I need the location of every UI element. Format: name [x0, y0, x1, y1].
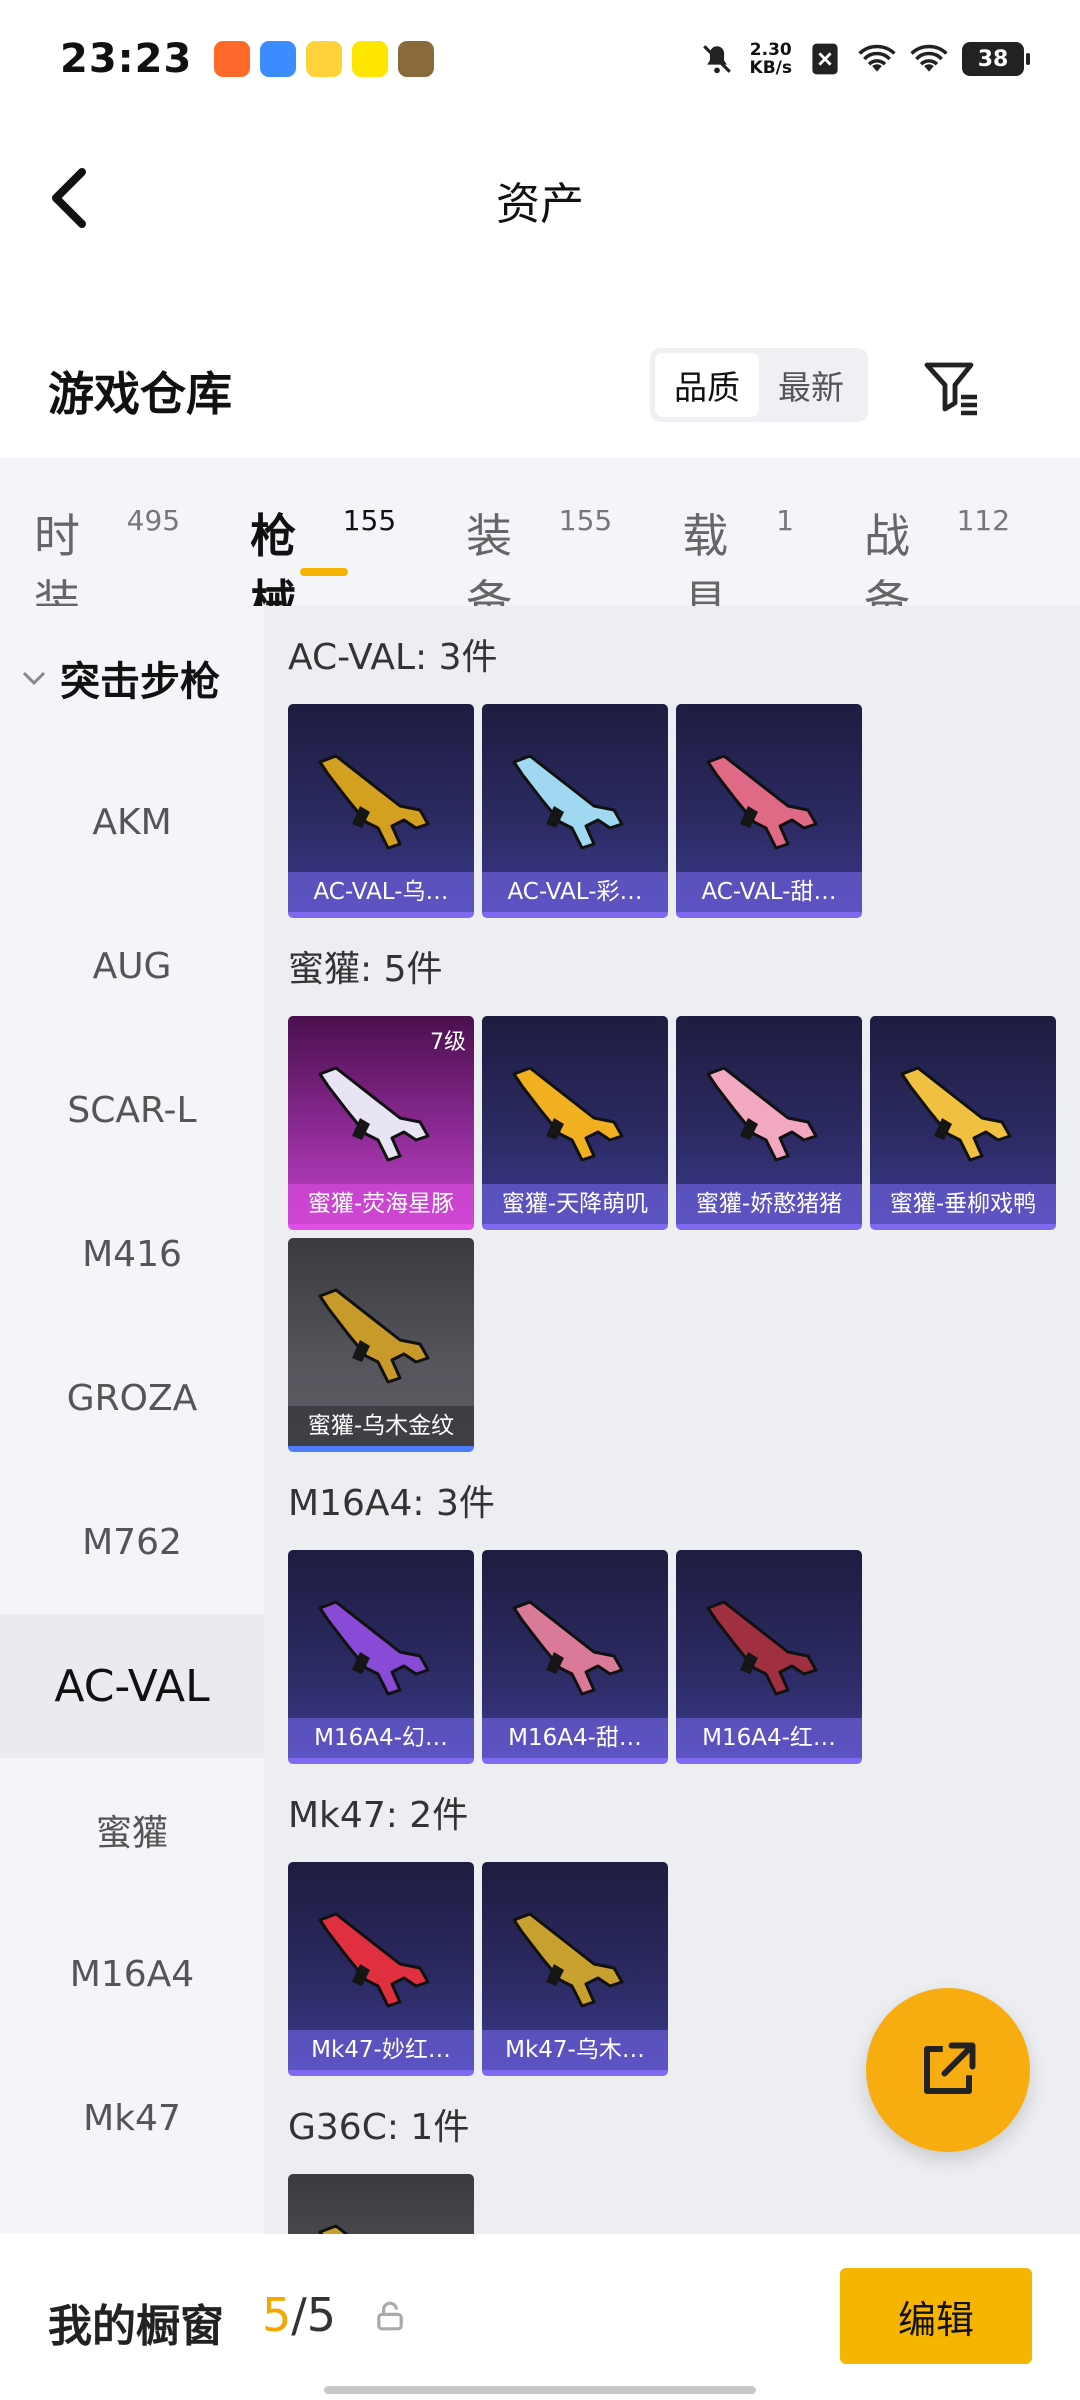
- group-title: AC-VAL: 3件: [288, 637, 498, 678]
- rifle-icon: [318, 1066, 430, 1162]
- sidebar-item-m16a4[interactable]: M16A4: [0, 1902, 264, 2046]
- weapon-skin-card[interactable]: 蜜獾-乌木金纹: [288, 1238, 474, 1452]
- sort-toggle: 品质 最新: [650, 348, 868, 422]
- group-title: G36C: 1件: [288, 2107, 470, 2148]
- sidebar-item-akm[interactable]: AKM: [0, 750, 264, 894]
- skin-name: Mk47-妙红…: [288, 2030, 474, 2070]
- rifle-icon: [900, 1066, 1012, 1162]
- app-notification-icon: [214, 41, 251, 77]
- weapon-skin-card[interactable]: 蜜獾-天降萌叽: [482, 1016, 668, 1230]
- weapon-skin-card[interactable]: 蜜獾-垂柳戏鸭: [870, 1016, 1056, 1230]
- repo-header: 游戏仓库 品质 最新: [0, 330, 1080, 450]
- sidebar-item-aug[interactable]: AUG: [0, 894, 264, 1038]
- sidebar-item-scar-l[interactable]: SCAR-L: [0, 1038, 264, 1182]
- sidebar-item-m416[interactable]: M416: [0, 1182, 264, 1326]
- group-title: M16A4: 3件: [288, 1483, 495, 1524]
- rifle-icon: [512, 1600, 624, 1696]
- weapon-skin-card[interactable]: M16A4-红…: [676, 1550, 862, 1764]
- skin-name: M16A4-红…: [676, 1718, 862, 1758]
- weapon-skin-card[interactable]: M16A4-幻…: [288, 1550, 474, 1764]
- skin-name: 蜜獾-乌木金纹: [288, 1406, 474, 1446]
- skin-name: Mk47-乌木…: [482, 2030, 668, 2070]
- weapon-skin-card[interactable]: Mk47-乌木…: [482, 1862, 668, 2076]
- notification-icons: [214, 41, 435, 77]
- weapon-skin-card[interactable]: 7级蜜獾-荧海星豚: [288, 1016, 474, 1230]
- rifle-icon: [706, 1600, 818, 1696]
- wifi-icon: [910, 42, 948, 76]
- rifle-icon: [318, 1912, 430, 2008]
- category-tabs: 时装 495 枪械 155 装备 155 载具 1 战备 112: [0, 458, 1080, 629]
- rifle-icon: [318, 754, 430, 850]
- app-notification-icon: [398, 41, 435, 77]
- sidebar-item-honey-badger[interactable]: 蜜獾: [0, 1758, 264, 1902]
- skin-name: 蜜獾-荧海星豚: [288, 1184, 474, 1224]
- weapon-skin-card[interactable]: AC-VAL-甜…: [676, 704, 862, 918]
- rifle-icon: [318, 1288, 430, 1384]
- weapon-skin-card[interactable]: M16A4-甜…: [482, 1550, 668, 1764]
- filter-icon: [924, 362, 977, 416]
- mute-bell-icon: [698, 42, 736, 76]
- skin-name: 蜜獾-天降萌叽: [482, 1184, 668, 1224]
- app-notification-icon: [352, 41, 389, 77]
- skin-name: 蜜獾-娇憨猪猪: [676, 1184, 862, 1224]
- status-bar: 23:23 2.30 KB/s 38: [0, 0, 1080, 118]
- sidebar-group-assault-rifles[interactable]: 突击步枪: [0, 606, 264, 750]
- app-notification-icon: [260, 41, 297, 77]
- skin-name: M16A4-幻…: [288, 1718, 474, 1758]
- skin-name: AC-VAL-彩…: [482, 872, 668, 912]
- active-tab-indicator: [300, 568, 349, 576]
- share-button[interactable]: [866, 1988, 1030, 2152]
- weapon-skin-card[interactable]: Mk47-妙红…: [288, 1862, 474, 2076]
- edit-button[interactable]: 编辑: [840, 2268, 1032, 2364]
- weapon-skin-card[interactable]: 蜜獾-娇憨猪猪: [676, 1016, 862, 1230]
- skin-name: 蜜獾-垂柳戏鸭: [870, 1184, 1056, 1224]
- page-title: 资产: [496, 179, 584, 230]
- section-title: 游戏仓库: [48, 367, 232, 421]
- showcase-bar: 我的橱窗 5/5 编辑: [0, 2234, 1080, 2400]
- weapon-skin-card[interactable]: AC-VAL-彩…: [482, 704, 668, 918]
- battery-indicator: 38: [962, 42, 1030, 76]
- rifle-icon: [512, 1066, 624, 1162]
- rifle-icon: [512, 754, 624, 850]
- sidebar-item-m762[interactable]: M762: [0, 1470, 264, 1614]
- group-title: 蜜獾: 5件: [288, 949, 443, 990]
- net-speed: 2.30 KB/s: [749, 40, 792, 78]
- chevron-down-icon: [20, 664, 48, 692]
- assets-page: 23:23 2.30 KB/s 38 资产 游戏仓库 品质 最新 时装 495 …: [0, 0, 1080, 2400]
- app-notification-icon: [306, 41, 343, 77]
- wifi-icon: [858, 42, 896, 76]
- showcase-label: 我的橱窗: [48, 2301, 224, 2352]
- sidebar-item-groza[interactable]: GROZA: [0, 1326, 264, 1470]
- group-title: Mk47: 2件: [288, 1795, 469, 1836]
- lock-icon: [377, 2301, 403, 2331]
- no-sim-icon: [806, 42, 844, 76]
- rifle-icon: [512, 1912, 624, 2008]
- skin-level-badge: 7级: [430, 1030, 466, 1055]
- sidebar-item-mk47[interactable]: Mk47: [0, 2046, 264, 2190]
- rifle-icon: [318, 2224, 349, 2234]
- home-indicator: [324, 2386, 756, 2394]
- share-external-icon: [924, 2042, 976, 2094]
- skin-name: AC-VAL-甜…: [676, 872, 862, 912]
- filter-button[interactable]: [918, 354, 984, 420]
- rifle-icon: [706, 754, 818, 850]
- rifle-icon: [706, 1066, 818, 1162]
- rifle-icon: [318, 1600, 430, 1696]
- status-time: 23:23: [60, 36, 193, 82]
- weapon-sidebar: 突击步枪 AKM AUG SCAR-L M416 GROZA M762 AC-V…: [0, 606, 264, 2234]
- weapon-skin-card[interactable]: [288, 2174, 474, 2234]
- sort-option-quality[interactable]: 品质: [655, 353, 759, 417]
- sort-option-latest[interactable]: 最新: [759, 353, 863, 417]
- showcase-count: 5/5: [262, 2288, 337, 2342]
- sidebar-item-ac-val[interactable]: AC-VAL: [0, 1614, 264, 1758]
- weapon-skin-card[interactable]: AC-VAL-乌…: [288, 704, 474, 918]
- top-navigation: 资产: [0, 118, 1080, 278]
- skin-name: M16A4-甜…: [482, 1718, 668, 1758]
- skin-name: AC-VAL-乌…: [288, 872, 474, 912]
